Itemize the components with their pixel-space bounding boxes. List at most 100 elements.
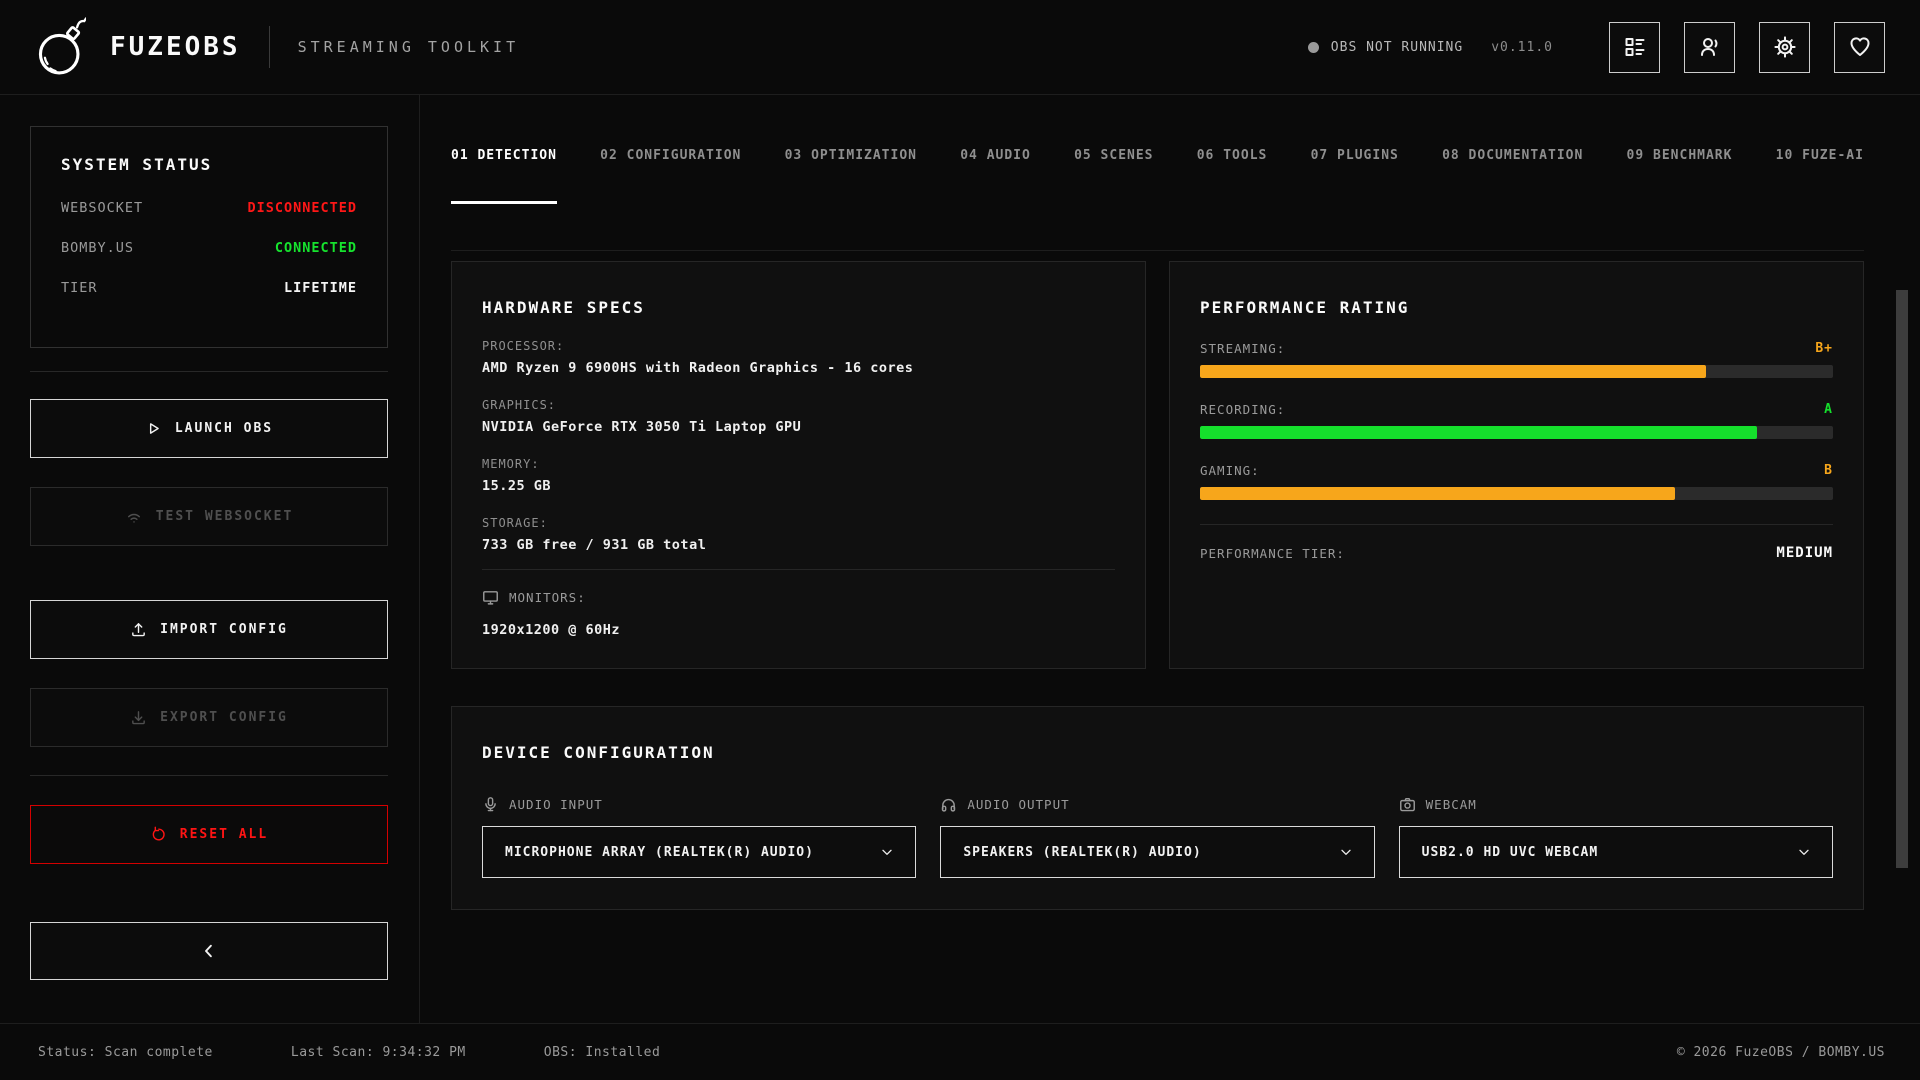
device-configuration-card: DEVICE CONFIGURATION AUDIO INPUT MICROPH… <box>451 706 1864 910</box>
reset-icon <box>150 826 167 843</box>
status-value: DISCONNECTED <box>247 200 357 216</box>
download-icon <box>130 709 147 726</box>
rating-bar-fill <box>1200 365 1706 378</box>
gear-icon <box>1773 35 1797 59</box>
tab-optimization[interactable]: 03 OPTIMIZATION <box>785 148 917 201</box>
performance-rating-title: PERFORMANCE RATING <box>1200 298 1833 317</box>
rating-gaming: GAMING: B <box>1200 463 1833 500</box>
spec-label: PROCESSOR: <box>482 339 1115 353</box>
status-value: LIFETIME <box>284 280 357 296</box>
headphones-icon <box>940 796 957 813</box>
audio-input-field: AUDIO INPUT MICROPHONE ARRAY (REALTEK(R)… <box>482 796 916 878</box>
play-icon <box>145 420 162 437</box>
tab-benchmark[interactable]: 09 BENCHMARK <box>1627 148 1733 201</box>
import-config-button[interactable]: IMPORT CONFIG <box>30 600 388 659</box>
reset-all-label: RESET ALL <box>180 827 268 842</box>
launch-obs-label: LAUNCH OBS <box>175 421 273 436</box>
header-right: OBS NOT RUNNING v0.11.0 <box>1308 22 1885 73</box>
version-label: v0.11.0 <box>1491 40 1553 55</box>
rating-grade: A <box>1824 402 1833 417</box>
test-websocket-button[interactable]: TEST WEBSOCKET <box>30 487 388 546</box>
launch-obs-button[interactable]: LAUNCH OBS <box>30 399 388 458</box>
chevron-left-icon <box>200 942 218 960</box>
tab-scenes[interactable]: 05 SCENES <box>1074 148 1153 201</box>
spec-value: 15.25 GB <box>482 478 1115 494</box>
microphone-icon <box>482 796 499 813</box>
wifi-icon <box>125 508 143 526</box>
body-row: SYSTEM STATUS WEBSOCKET DISCONNECTED BOM… <box>0 95 1920 1023</box>
app-title: FUZEOBS <box>110 32 241 62</box>
tab-fuze-ai[interactable]: 10 FUZE-AI <box>1776 148 1864 201</box>
spec-value: AMD Ryzen 9 6900HS with Radeon Graphics … <box>482 360 1115 376</box>
webcam-value: USB2.0 HD UVC WEBCAM <box>1422 845 1599 860</box>
tab-documentation[interactable]: 08 DOCUMENTATION <box>1442 148 1583 201</box>
tab-tools[interactable]: 06 TOOLS <box>1197 148 1268 201</box>
audio-input-select[interactable]: MICROPHONE ARRAY (REALTEK(R) AUDIO) <box>482 826 916 878</box>
app-subtitle: STREAMING TOOLKIT <box>298 38 520 56</box>
rating-bar-track <box>1200 426 1833 439</box>
audio-output-field: AUDIO OUTPUT SPEAKERS (REALTEK(R) AUDIO) <box>940 796 1374 878</box>
webcam-label: WEBCAM <box>1426 797 1477 812</box>
spec-value: NVIDIA GeForce RTX 3050 Ti Laptop GPU <box>482 419 1115 435</box>
footer-copyright: © 2026 FuzeOBS / BOMBY.US <box>1677 1045 1885 1060</box>
monitors-row: MONITORS: <box>482 589 1115 606</box>
tab-plugins[interactable]: 07 PLUGINS <box>1311 148 1399 201</box>
heart-icon <box>1848 35 1872 59</box>
device-grid: AUDIO INPUT MICROPHONE ARRAY (REALTEK(R)… <box>482 796 1833 878</box>
upload-icon <box>130 621 147 638</box>
main-content: 01 DETECTION 02 CONFIGURATION 03 OPTIMIZ… <box>420 95 1920 1023</box>
system-status-title: SYSTEM STATUS <box>61 155 357 174</box>
webcam-field: WEBCAM USB2.0 HD UVC WEBCAM <box>1399 796 1833 878</box>
rating-bar-track <box>1200 487 1833 500</box>
webcam-select[interactable]: USB2.0 HD UVC WEBCAM <box>1399 826 1833 878</box>
user-voice-icon <box>1698 35 1722 59</box>
spec-label: GRAPHICS: <box>482 398 1115 412</box>
hardware-specs-card: HARDWARE SPECS PROCESSOR: AMD Ryzen 9 69… <box>451 261 1146 669</box>
monitors-value: 1920x1200 @ 60Hz <box>482 622 1115 638</box>
hardware-specs-title: HARDWARE SPECS <box>482 298 1115 317</box>
divider <box>482 569 1115 570</box>
cards-row: HARDWARE SPECS PROCESSOR: AMD Ryzen 9 69… <box>451 261 1864 669</box>
changelog-button[interactable] <box>1609 22 1660 73</box>
sidebar: SYSTEM STATUS WEBSOCKET DISCONNECTED BOM… <box>0 95 420 1023</box>
footer-last-scan: Last Scan: 9:34:32 PM <box>291 1045 466 1060</box>
status-row-tier: TIER LIFETIME <box>61 280 357 296</box>
tab-bar: 01 DETECTION 02 CONFIGURATION 03 OPTIMIZ… <box>451 95 1864 204</box>
status-row-websocket: WEBSOCKET DISCONNECTED <box>61 200 357 216</box>
divider <box>30 775 388 776</box>
top-bar: FUZEOBS STREAMING TOOLKIT OBS NOT RUNNIN… <box>0 0 1920 95</box>
reset-all-button[interactable]: RESET ALL <box>30 805 388 864</box>
spec-value: 733 GB free / 931 GB total <box>482 537 1115 553</box>
audio-input-label: AUDIO INPUT <box>509 797 603 812</box>
status-label: WEBSOCKET <box>61 200 143 216</box>
device-configuration-title: DEVICE CONFIGURATION <box>482 743 1833 762</box>
rating-label: GAMING: <box>1200 463 1260 478</box>
export-config-button[interactable]: EXPORT CONFIG <box>30 688 388 747</box>
rating-streaming: STREAMING: B+ <box>1200 341 1833 378</box>
tab-audio[interactable]: 04 AUDIO <box>960 148 1031 201</box>
rating-grade: B+ <box>1815 341 1833 356</box>
tab-configuration[interactable]: 02 CONFIGURATION <box>600 148 741 201</box>
support-button[interactable] <box>1834 22 1885 73</box>
spec-label: MEMORY: <box>482 457 1115 471</box>
export-config-label: EXPORT CONFIG <box>160 710 288 725</box>
chevron-down-icon <box>1338 844 1354 860</box>
app-window: FUZEOBS STREAMING TOOLKIT OBS NOT RUNNIN… <box>0 0 1920 1080</box>
account-button[interactable] <box>1684 22 1735 73</box>
divider <box>30 371 388 372</box>
tab-detection[interactable]: 01 DETECTION <box>451 148 557 204</box>
performance-rating-card: PERFORMANCE RATING STREAMING: B+ RECORDI… <box>1169 261 1864 669</box>
collapse-sidebar-button[interactable] <box>30 922 388 980</box>
footer-bar: Status: Scan complete Last Scan: 9:34:32… <box>0 1023 1920 1080</box>
test-websocket-label: TEST WEBSOCKET <box>156 509 294 524</box>
rating-bar-fill <box>1200 487 1675 500</box>
status-label: BOMBY.US <box>61 240 134 256</box>
settings-button[interactable] <box>1759 22 1810 73</box>
audio-output-select[interactable]: SPEAKERS (REALTEK(R) AUDIO) <box>940 826 1374 878</box>
status-row-bomby: BOMBY.US CONNECTED <box>61 240 357 256</box>
spec-label: STORAGE: <box>482 516 1115 530</box>
spec-graphics: GRAPHICS: NVIDIA GeForce RTX 3050 Ti Lap… <box>482 398 1115 435</box>
spec-memory: MEMORY: 15.25 GB <box>482 457 1115 494</box>
scrollbar-thumb[interactable] <box>1896 290 1908 868</box>
audio-input-value: MICROPHONE ARRAY (REALTEK(R) AUDIO) <box>505 845 814 860</box>
